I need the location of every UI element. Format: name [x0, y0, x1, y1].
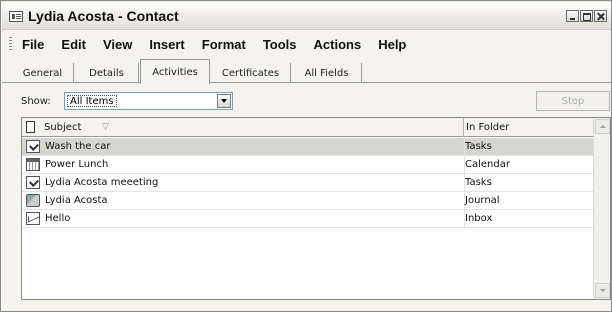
close-icon[interactable] [594, 10, 607, 22]
menu-format[interactable]: Format [200, 35, 248, 54]
row-subject: Lydia Acosta meeeting [45, 177, 159, 188]
menu-file[interactable]: File [20, 35, 46, 54]
row-subject: Wash the car [45, 141, 111, 152]
menu-actions[interactable]: Actions [312, 35, 364, 54]
toolbar-grip-icon[interactable] [9, 37, 12, 51]
tab-all-fields[interactable]: All Fields [292, 63, 362, 83]
row-folder: Inbox [465, 213, 493, 224]
mail-icon [26, 212, 40, 225]
show-selected-value: All Items [67, 95, 117, 107]
list-row[interactable]: Lydia Acosta meeeting Tasks [22, 174, 593, 192]
contact-window: Lydia Acosta - Contact File Edit View In… [0, 0, 612, 312]
row-folder: Tasks [465, 141, 492, 152]
column-subject-label: Subject [44, 122, 82, 133]
scroll-down-icon[interactable] [595, 283, 610, 298]
show-label: Show: [21, 96, 51, 107]
journal-icon [26, 194, 40, 207]
row-folder: Journal [465, 195, 500, 206]
row-subject: Lydia Acosta [45, 195, 108, 206]
row-folder: Tasks [465, 177, 492, 188]
chevron-down-icon[interactable] [217, 94, 231, 108]
tab-details[interactable]: Details [75, 63, 139, 83]
row-folder: Calendar [465, 159, 510, 170]
task-icon [26, 176, 40, 189]
column-header-in-folder[interactable]: In Folder [464, 118, 593, 137]
maximize-icon[interactable] [580, 10, 593, 22]
list-header: Subject ▽ In Folder [22, 118, 593, 137]
calendar-icon [26, 158, 40, 171]
row-subject: Hello [45, 213, 71, 224]
list-row[interactable]: Lydia Acosta Journal [22, 192, 593, 210]
window-title: Lydia Acosta - Contact [28, 8, 179, 24]
list-row[interactable]: Wash the car Tasks [22, 138, 593, 156]
show-dropdown[interactable]: All Items [64, 92, 233, 110]
contact-card-icon [9, 11, 23, 22]
title-bar[interactable]: Lydia Acosta - Contact [2, 2, 611, 30]
menu-insert[interactable]: Insert [147, 35, 186, 54]
scroll-up-icon[interactable] [595, 119, 610, 134]
row-subject: Power Lunch [45, 159, 109, 170]
stop-button[interactable]: Stop [536, 91, 610, 111]
document-icon [26, 121, 35, 133]
minimize-icon[interactable] [566, 10, 579, 22]
menu-help[interactable]: Help [376, 35, 408, 54]
list-row[interactable]: Hello Inbox [22, 210, 593, 228]
activities-list: Subject ▽ In Folder Wash the car Tasks P… [21, 117, 611, 300]
list-row[interactable]: Power Lunch Calendar [22, 156, 593, 174]
sort-descending-icon: ▽ [102, 122, 109, 132]
task-icon [26, 140, 40, 153]
column-header-subject[interactable]: Subject ▽ [22, 118, 464, 137]
window-controls [566, 10, 607, 22]
tab-certificates[interactable]: Certificates [211, 63, 291, 83]
tab-activities[interactable]: Activities [140, 59, 210, 84]
menu-tools[interactable]: Tools [261, 35, 299, 54]
menu-edit[interactable]: Edit [59, 35, 88, 54]
tab-strip: General Details Activities Certificates … [2, 57, 611, 84]
vertical-scrollbar[interactable] [593, 118, 610, 299]
tab-general[interactable]: General [12, 63, 74, 83]
menu-view[interactable]: View [101, 35, 134, 54]
menu-bar: File Edit View Insert Format Tools Actio… [2, 31, 611, 57]
list-rows: Wash the car Tasks Power Lunch Calendar … [22, 138, 593, 228]
